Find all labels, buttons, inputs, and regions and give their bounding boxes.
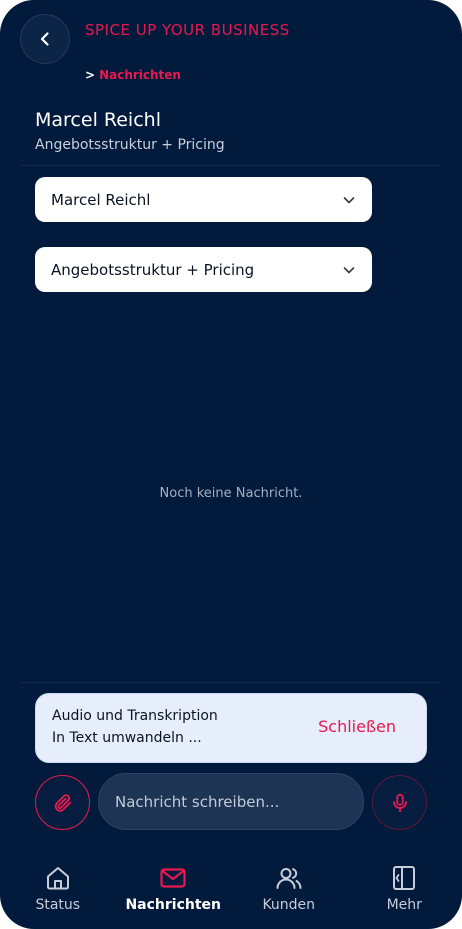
conversation-subject: Angebotsstruktur + Pricing [35,137,225,153]
chevron-down-icon [342,193,356,207]
tab-mehr[interactable]: Mehr [347,850,462,929]
users-icon [275,863,303,893]
topic-select[interactable]: Angebotsstruktur + Pricing [35,247,372,292]
composer-divider [20,682,442,683]
microphone-icon [392,793,407,812]
audio-transcription-card: Audio und Transkription In Text umwandel… [35,693,427,763]
contact-select-value: Marcel Reichl [51,190,151,209]
breadcrumb: > Nachrichten [85,68,181,82]
header-divider [20,165,442,166]
attach-button[interactable] [35,775,90,830]
bottom-tab-bar: Status Nachrichten Kunden Mehr [0,850,462,929]
tab-kunden-label: Kunden [262,897,316,913]
message-input[interactable] [98,773,364,830]
tab-kunden[interactable]: Kunden [231,850,347,929]
topic-select-value: Angebotsstruktur + Pricing [51,260,255,279]
chevron-left-icon [40,32,49,46]
tab-mehr-label: Mehr [386,897,422,913]
close-audio-card-button[interactable]: Schließen [318,717,396,736]
app-screen: SPICE UP YOUR BUSINESS > Nachrichten Marc… [0,0,462,929]
chevron-down-icon [342,263,356,277]
breadcrumb-separator: > [85,68,96,82]
contact-select[interactable]: Marcel Reichl [35,177,372,222]
tab-status[interactable]: Status [0,850,116,929]
mail-icon [159,863,187,893]
brand-title: SPICE UP YOUR BUSINESS [85,21,290,39]
breadcrumb-current[interactable]: Nachrichten [99,68,181,82]
tab-nachrichten-label: Nachrichten [125,897,222,913]
home-icon [44,863,72,893]
paperclip-icon [54,793,71,812]
sidebar-panel-icon [390,863,418,893]
empty-messages-text: Noch keine Nachricht. [159,486,303,501]
tab-nachrichten[interactable]: Nachrichten [116,850,232,929]
back-button[interactable] [20,14,70,64]
tab-status-label: Status [35,897,81,913]
microphone-button[interactable] [372,775,427,830]
contact-name: Marcel Reichl [35,109,161,131]
